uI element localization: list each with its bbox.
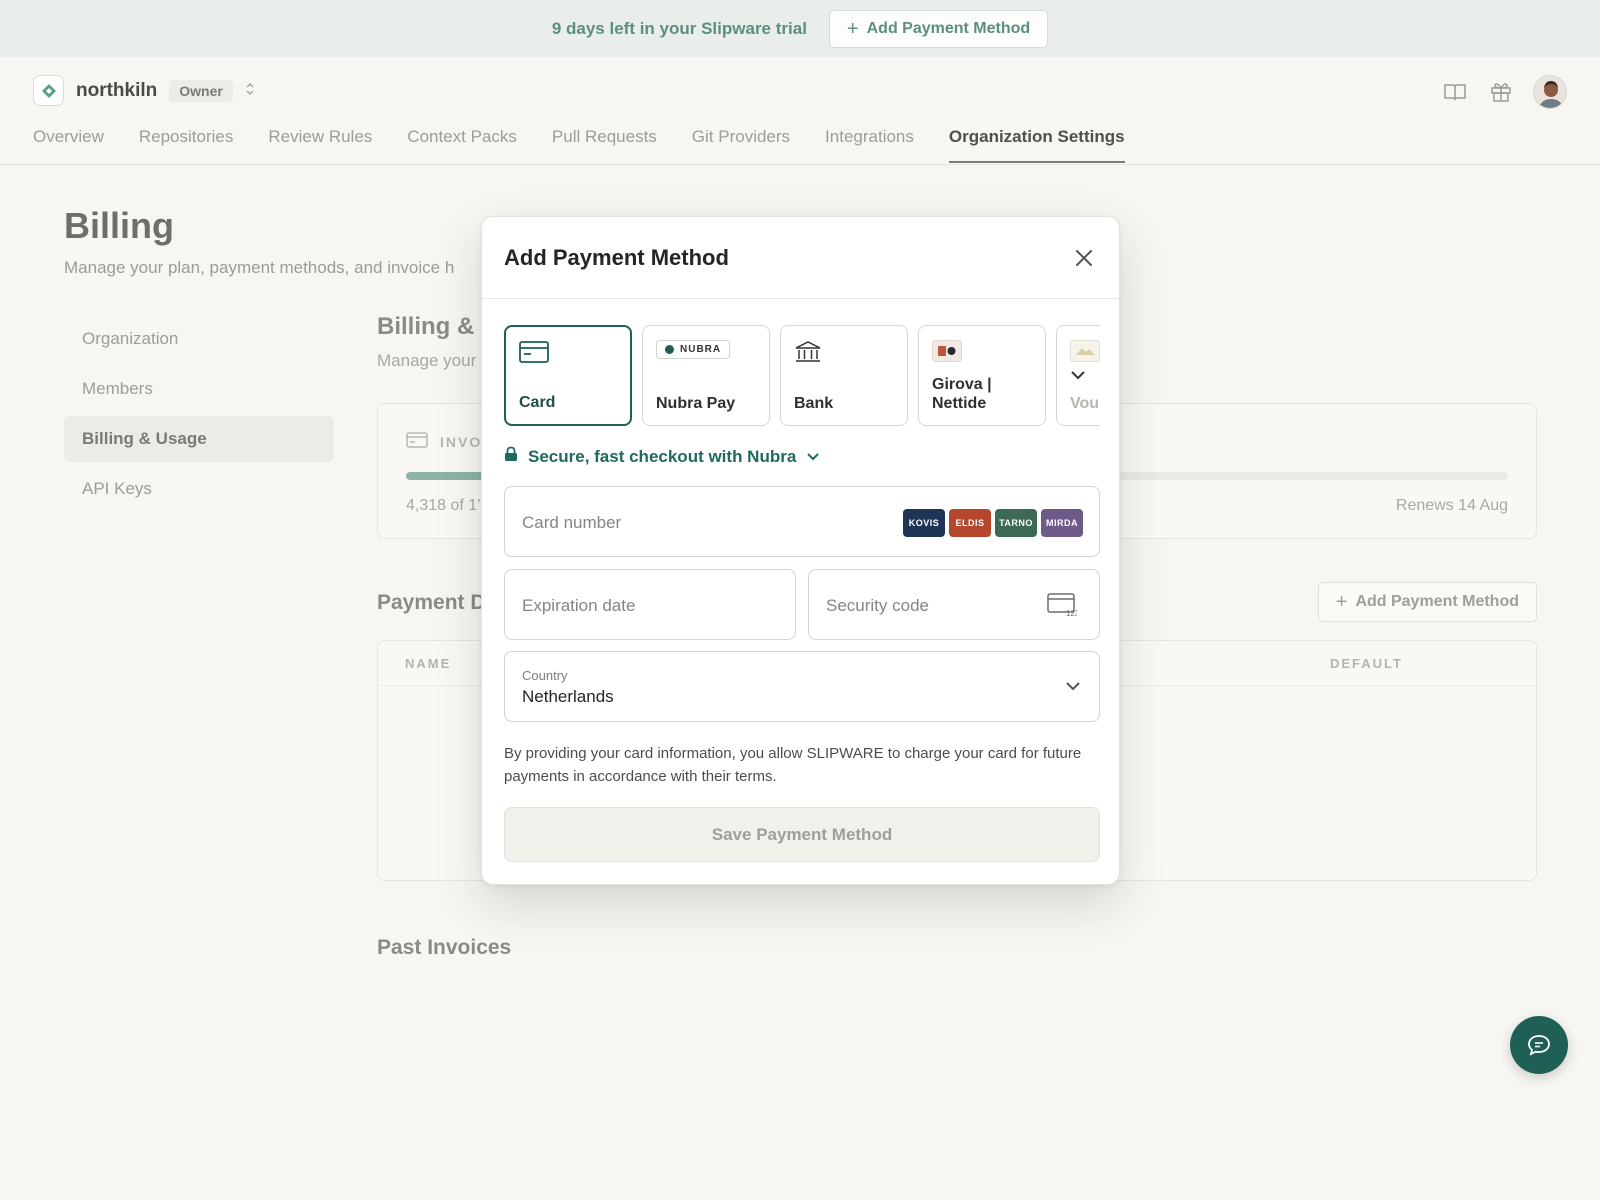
- add-payment-method-button[interactable]: + Add Payment Method: [1317, 582, 1537, 622]
- tab-git-providers[interactable]: Git Providers: [692, 127, 790, 163]
- tab-organization-settings[interactable]: Organization Settings: [948, 127, 1125, 163]
- org-logo-icon: [33, 75, 64, 106]
- header-actions: [1441, 75, 1567, 109]
- bank-icon: [794, 340, 822, 369]
- chat-support-button[interactable]: [1510, 1016, 1568, 1074]
- method-bank-label: Bank: [794, 395, 834, 412]
- method-girova[interactable]: Girova | Nettide: [918, 325, 1046, 426]
- cvc-card-icon: 123: [1047, 593, 1080, 622]
- cvc-icon-text: 123: [1066, 609, 1077, 617]
- nubra-dot: [665, 345, 674, 354]
- org-name: northkiln: [76, 79, 158, 101]
- plus-icon: +: [846, 17, 859, 40]
- app-header: northkiln Owner Overview Repositories Re…: [0, 57, 1600, 165]
- method-bank[interactable]: Bank: [780, 325, 908, 426]
- billing-section-subtitle: Manage your: [377, 351, 477, 370]
- card-brand-logos: KOVIS ELDIS TARNO MIRDA: [903, 509, 1083, 537]
- nubra-badge-text: NUBRA: [680, 344, 722, 355]
- secure-checkout-text: Secure, fast checkout with Nubra: [528, 446, 797, 466]
- settings-sidenav: Organization Members Billing & Usage API…: [64, 316, 334, 516]
- girova-logo-icon: [932, 340, 962, 367]
- add-payment-method-modal: Add Payment Method Card NUBRA Nubra Pay …: [481, 216, 1120, 885]
- card-brand-mirda-logo: MIRDA: [1041, 509, 1083, 537]
- country-label: Country: [522, 668, 568, 683]
- trial-add-payment-button[interactable]: + Add Payment Method: [828, 9, 1049, 48]
- sidenav-item-members[interactable]: Members: [64, 366, 334, 412]
- usage-count: 4,318 of 1’: [406, 497, 481, 514]
- method-girova-label: Girova | Nettide: [932, 376, 992, 412]
- voucher-icon: [1070, 340, 1100, 367]
- chat-icon: [1528, 1035, 1550, 1056]
- page-title: Billing: [64, 205, 174, 246]
- tab-repositories[interactable]: Repositories: [139, 127, 234, 163]
- method-voucher[interactable]: Vou: [1056, 325, 1100, 426]
- column-name: NAME: [405, 656, 452, 671]
- country-select[interactable]: Country Netherlands: [504, 651, 1100, 722]
- lock-icon: [504, 446, 518, 467]
- trial-add-payment-label: Add Payment Method: [866, 19, 1031, 37]
- secure-checkout-toggle[interactable]: Secure, fast checkout with Nubra: [504, 446, 820, 467]
- save-payment-method-button[interactable]: Save Payment Method: [504, 807, 1100, 862]
- renew-date: Renews 14 Aug: [1395, 497, 1508, 514]
- switch-org-icon[interactable]: [245, 82, 255, 99]
- sidenav-item-organization[interactable]: Organization: [64, 316, 334, 362]
- chevron-down-icon: [806, 447, 820, 467]
- card-brand-kovis-logo: KOVIS: [903, 509, 945, 537]
- tab-pull-requests[interactable]: Pull Requests: [552, 127, 657, 163]
- card-number-field[interactable]: Card number KOVIS ELDIS TARNO MIRDA: [504, 486, 1100, 557]
- chevron-down-icon[interactable]: [1070, 368, 1086, 386]
- tab-review-rules[interactable]: Review Rules: [268, 127, 372, 163]
- card-brand-tarno-logo: TARNO: [995, 509, 1037, 537]
- modal-header: Add Payment Method: [482, 217, 1119, 299]
- past-invoices-title: Past Invoices: [377, 936, 512, 959]
- usage-label: INVO: [406, 432, 482, 451]
- card-number-placeholder: Card number: [522, 513, 622, 532]
- tab-context-packs[interactable]: Context Packs: [407, 127, 517, 163]
- payment-details-title: Payment D: [377, 591, 486, 614]
- column-default: DEFAULT: [1330, 656, 1403, 671]
- sidenav-item-billing[interactable]: Billing & Usage: [64, 416, 334, 462]
- method-card-label: Card: [519, 394, 556, 411]
- gift-icon[interactable]: [1487, 78, 1515, 106]
- page-subtitle: Manage your plan, payment methods, and i…: [64, 258, 455, 277]
- tab-integrations[interactable]: Integrations: [825, 127, 914, 163]
- method-nubra-label: Nubra Pay: [656, 395, 736, 412]
- close-icon[interactable]: [1069, 243, 1099, 273]
- method-card[interactable]: Card: [504, 325, 632, 426]
- chevron-down-icon: [1065, 679, 1081, 697]
- invoice-icon: [406, 432, 428, 451]
- payment-method-tabs: Card NUBRA Nubra Pay Bank Girova | Netti…: [504, 325, 1100, 427]
- consent-text: By providing your card information, you …: [504, 745, 1082, 785]
- tab-overview[interactable]: Overview: [33, 127, 104, 163]
- modal-title: Add Payment Method: [504, 245, 729, 270]
- security-placeholder: Security code: [826, 596, 929, 615]
- trial-text: 9 days left in your Slipware trial: [551, 18, 807, 38]
- plus-icon: +: [1335, 591, 1348, 613]
- main-tabs: Overview Repositories Review Rules Conte…: [33, 127, 1125, 163]
- user-avatar[interactable]: [1533, 75, 1567, 109]
- method-nubra-pay[interactable]: NUBRA Nubra Pay: [642, 325, 770, 426]
- method-voucher-label: Vou: [1070, 395, 1100, 412]
- security-code-field[interactable]: Security code 123: [808, 569, 1100, 640]
- usage-label-text: INVO: [440, 433, 483, 450]
- nubra-logo-icon: NUBRA: [656, 340, 731, 359]
- add-payment-method-label: Add Payment Method: [1355, 593, 1519, 610]
- country-value: Netherlands: [522, 687, 614, 706]
- org-switcher[interactable]: northkiln Owner: [33, 75, 255, 106]
- card-brand-eldis-logo: ELDIS: [949, 509, 991, 537]
- expiration-date-field[interactable]: Expiration date: [504, 569, 796, 640]
- docs-book-icon[interactable]: [1441, 78, 1469, 106]
- expiration-placeholder: Expiration date: [522, 596, 636, 615]
- sidenav-item-api-keys[interactable]: API Keys: [64, 466, 334, 512]
- role-badge: Owner: [169, 79, 233, 102]
- credit-card-icon: [519, 341, 549, 368]
- trial-banner: 9 days left in your Slipware trial + Add…: [0, 0, 1600, 57]
